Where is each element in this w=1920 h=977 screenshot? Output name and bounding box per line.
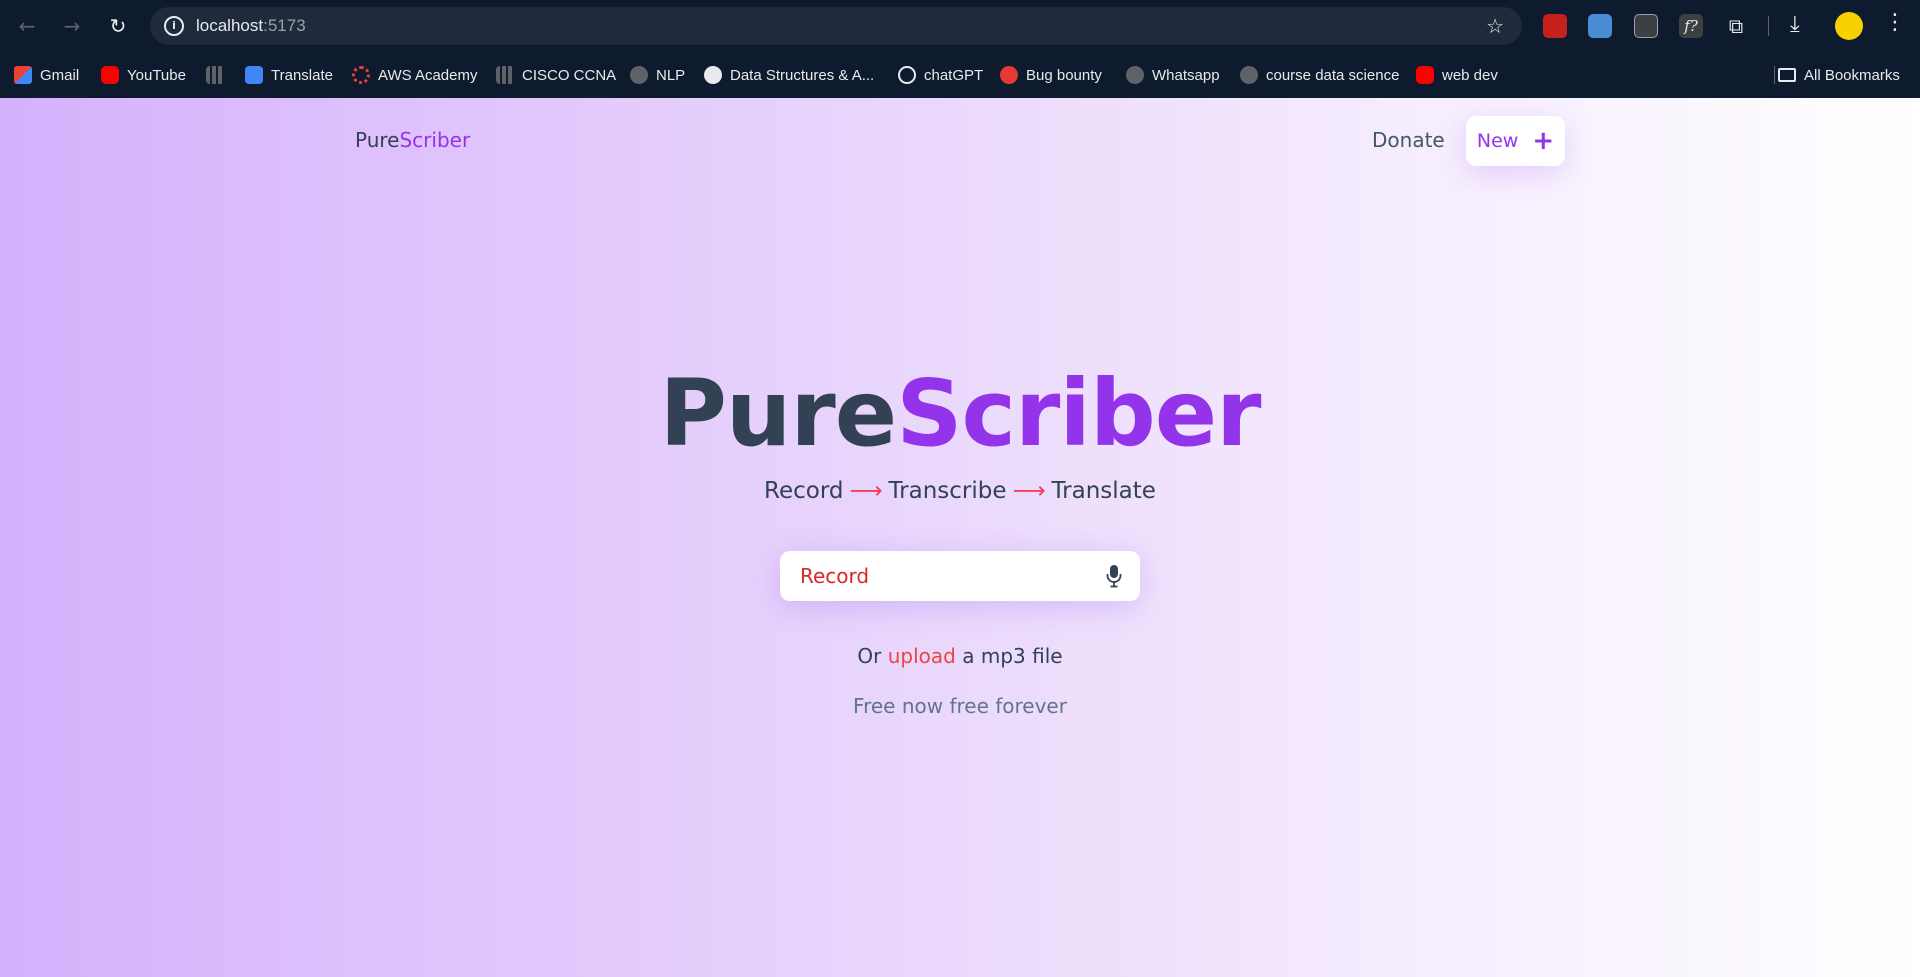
step-transcribe: Transcribe	[888, 478, 1007, 504]
bookmark-translate[interactable]: Translate	[245, 64, 333, 86]
bookmark-apps-grid[interactable]	[206, 64, 224, 86]
url-text[interactable]: localhost:5173	[196, 16, 306, 36]
all-bookmarks-label: All Bookmarks	[1804, 66, 1900, 84]
forward-arrow-icon[interactable]: →	[58, 12, 86, 40]
data-structures-icon	[704, 66, 722, 84]
globe-icon	[1240, 66, 1258, 84]
bookmark-web-dev[interactable]: web dev	[1416, 64, 1498, 86]
donate-link[interactable]: Donate	[1372, 128, 1445, 152]
logo-part2: Scriber	[399, 128, 471, 152]
step-translate: Translate	[1051, 478, 1156, 504]
bookmark-label: Bug bounty	[1026, 66, 1102, 84]
bookmark-label: web dev	[1442, 66, 1498, 84]
bookmark-label: chatGPT	[924, 66, 984, 84]
bookmark-label: NLP	[656, 66, 686, 84]
youtube-icon	[1416, 66, 1434, 84]
nlp-icon	[630, 66, 648, 84]
video-extension-icon[interactable]	[1543, 14, 1567, 38]
bookmark-label: Translate	[271, 66, 333, 84]
download-icon[interactable]: ⤓	[1790, 12, 1800, 37]
bookmark-cisco-ccna[interactable]: CISCO CCNA	[496, 64, 616, 86]
cisco-icon	[496, 66, 514, 84]
hero-title: PureScriber	[0, 360, 1920, 467]
bookmark-label: Data Structures & A...	[730, 66, 875, 84]
record-button-label: Record	[800, 564, 870, 588]
address-bar[interactable]: i localhost:5173 ☆	[150, 7, 1522, 45]
bookmark-data-structures[interactable]: Data Structures & A...	[704, 64, 874, 86]
upload-link[interactable]: upload	[888, 644, 956, 668]
bookmark-aws-academy[interactable]: AWS Academy	[352, 64, 477, 86]
globe-icon	[1126, 66, 1144, 84]
translate-icon	[245, 66, 263, 84]
youtube-icon	[101, 66, 119, 84]
translate-extension-icon[interactable]	[1588, 14, 1612, 38]
browser-toolbar: ← → ↻ i localhost:5173 ☆ f? ⧉ ⤓ ⋮	[0, 0, 1920, 52]
bookmark-label: YouTube	[127, 66, 186, 84]
all-bookmarks-button[interactable]: All Bookmarks	[1778, 64, 1900, 86]
bookmarks-divider	[1774, 66, 1775, 84]
upload-suffix: a mp3 file	[962, 644, 1063, 668]
bookmark-label: Whatsapp	[1152, 66, 1220, 84]
formula-extension-icon[interactable]: f?	[1679, 14, 1703, 38]
url-port: :5173	[263, 16, 306, 35]
bookmark-youtube[interactable]: YouTube	[101, 64, 186, 86]
record-button[interactable]: Record	[780, 551, 1140, 601]
new-button-label: New	[1476, 130, 1519, 152]
puzzle-extensions-icon[interactable]: ⧉	[1724, 14, 1748, 38]
logo-part1: Pure	[355, 128, 400, 152]
bookmark-label: AWS Academy	[378, 66, 478, 84]
menu-kebab-icon[interactable]: ⋮	[1884, 10, 1906, 35]
hero-title-part1: Pure	[659, 360, 897, 467]
site-info-icon[interactable]: i	[164, 16, 184, 36]
aws-academy-icon	[352, 66, 370, 84]
bookmark-course-data-science[interactable]: course data science	[1240, 64, 1399, 86]
bookmark-nlp[interactable]: NLP	[630, 64, 685, 86]
bookmark-star-icon[interactable]: ☆	[1486, 14, 1504, 38]
new-button[interactable]: New +	[1466, 116, 1565, 166]
upload-prefix: Or	[857, 644, 882, 668]
apps-grid-icon	[206, 66, 224, 84]
bookmark-label: Gmail	[40, 66, 80, 84]
profile-avatar[interactable]	[1835, 12, 1863, 40]
hero-title-part2: Scriber	[896, 360, 1261, 467]
folder-icon	[1778, 68, 1796, 82]
bookmark-whatsapp[interactable]: Whatsapp	[1126, 64, 1220, 86]
toolbar-divider	[1768, 16, 1769, 36]
back-arrow-icon[interactable]: ←	[13, 12, 41, 40]
url-host: localhost	[196, 16, 264, 35]
reader-extension-icon[interactable]	[1634, 14, 1658, 38]
gmail-icon	[14, 66, 32, 84]
bookmark-gmail[interactable]: Gmail	[14, 64, 79, 86]
chatgpt-icon	[898, 66, 916, 84]
page-content: PureScriber Donate New + PureScriber Rec…	[0, 98, 1920, 977]
microphone-icon	[1106, 565, 1122, 588]
bug-bounty-icon	[1000, 66, 1018, 84]
header-logo[interactable]: PureScriber	[355, 128, 470, 152]
tagline: Record ⟶ Transcribe ⟶ Translate	[0, 478, 1920, 504]
step-record: Record	[764, 478, 844, 504]
upload-prompt: Or upload a mp3 file	[0, 644, 1920, 668]
bookmark-label: CISCO CCNA	[522, 66, 617, 84]
bookmark-chatgpt[interactable]: chatGPT	[898, 64, 983, 86]
bookmark-bug-bounty[interactable]: Bug bounty	[1000, 64, 1102, 86]
bookmark-label: course data science	[1266, 66, 1400, 84]
free-forever-text: Free now free forever	[853, 694, 1067, 718]
bookmarks-bar: Gmail YouTube Translate AWS Academy CISC…	[0, 52, 1920, 98]
arrow-right-icon: ⟶	[849, 478, 883, 504]
reload-icon[interactable]: ↻	[104, 12, 132, 40]
site-header: PureScriber Donate New +	[355, 116, 1565, 166]
plus-icon: +	[1532, 126, 1555, 156]
arrow-right-icon: ⟶	[1012, 478, 1046, 504]
